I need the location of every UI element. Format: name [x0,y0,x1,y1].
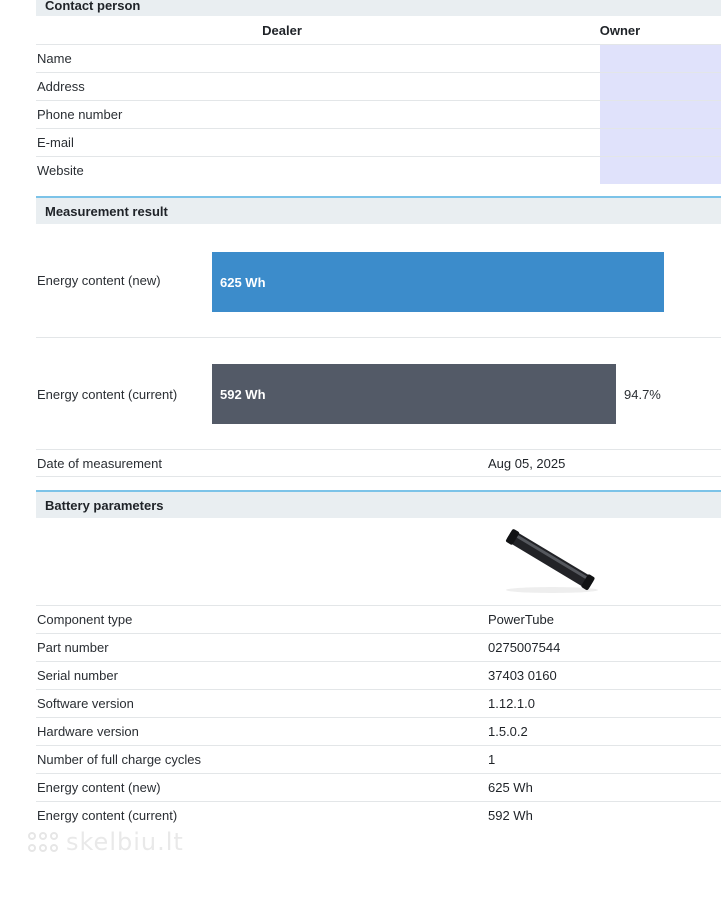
energy-new-label: Energy content (new) [37,273,161,288]
battery-row-component-type: Component type PowerTube [36,605,721,633]
param-label: Number of full charge cycles [37,752,202,767]
param-label: Serial number [37,668,118,683]
contact-row-phone: Phone number [36,100,721,128]
battery-row-charge-cycles: Number of full charge cycles 1 [36,745,721,773]
contact-label: Phone number [37,107,123,122]
param-value: 1.5.0.2 [488,724,528,739]
contact-label: Address [37,79,85,94]
param-label: Component type [37,612,133,627]
battery-row-energy-current: Energy content (current) 592 Wh [36,801,721,829]
energy-current-label: Energy content (current) [37,387,178,402]
contact-label: Name [37,51,72,66]
param-value: 1 [488,752,496,767]
param-label: Software version [37,696,134,711]
energy-current-bar: 592 Wh [212,364,616,424]
param-value: 1.12.1.0 [488,696,535,711]
param-value: 0275007544 [488,640,561,655]
owner-name-cell [600,45,721,72]
contact-label: E-mail [37,135,74,150]
dealer-column-header: Dealer [262,23,302,38]
owner-email-cell [600,129,721,156]
contact-row-email: E-mail [36,128,721,156]
contact-row-website: Website [36,156,721,184]
param-label: Energy content (new) [37,780,161,795]
battery-section-header: Battery parameters [36,490,721,518]
param-value: 592 Wh [488,808,533,823]
contact-row-address: Address [36,72,721,100]
owner-column-header: Owner [599,23,641,38]
owner-phone-cell [600,101,721,128]
param-label: Hardware version [37,724,139,739]
owner-website-cell [600,157,721,184]
battery-row-part-number: Part number 0275007544 [36,633,721,661]
battery-section-title: Battery parameters [45,497,164,513]
owner-address-cell [600,73,721,100]
contact-label: Website [37,163,84,178]
energy-current-value: 592 Wh [220,386,266,402]
watermark: skelbiu.lt [26,828,184,856]
battery-row-serial-number: Serial number 37403 0160 [36,661,721,689]
energy-current-percent: 94.7% [624,387,661,402]
battery-row-software-version: Software version 1.12.1.0 [36,689,721,717]
param-label: Energy content (current) [37,808,178,823]
measurement-section-header: Measurement result [36,196,721,224]
watermark-text: skelbiu.lt [66,828,184,856]
contact-section-header: Contact person [36,0,721,16]
measurement-divider [36,337,721,338]
param-value: 37403 0160 [488,668,557,683]
battery-row-hardware-version: Hardware version 1.5.0.2 [36,717,721,745]
date-value: Aug 05, 2025 [488,455,566,471]
contact-row-name: Name [36,44,721,72]
battery-row-energy-new: Energy content (new) 625 Wh [36,773,721,801]
watermark-logo-icon [28,832,58,852]
battery-image [505,529,598,593]
param-value: 625 Wh [488,780,533,795]
energy-new-bar: 625 Wh [212,252,664,312]
date-of-measurement-row: Date of measurement Aug 05, 2025 [36,449,721,477]
param-value: PowerTube [488,612,554,627]
date-label: Date of measurement [37,455,163,471]
contact-section-title: Contact person [45,0,141,13]
energy-new-value: 625 Wh [220,274,266,290]
param-label: Part number [37,640,109,655]
measurement-section-title: Measurement result [45,203,168,219]
